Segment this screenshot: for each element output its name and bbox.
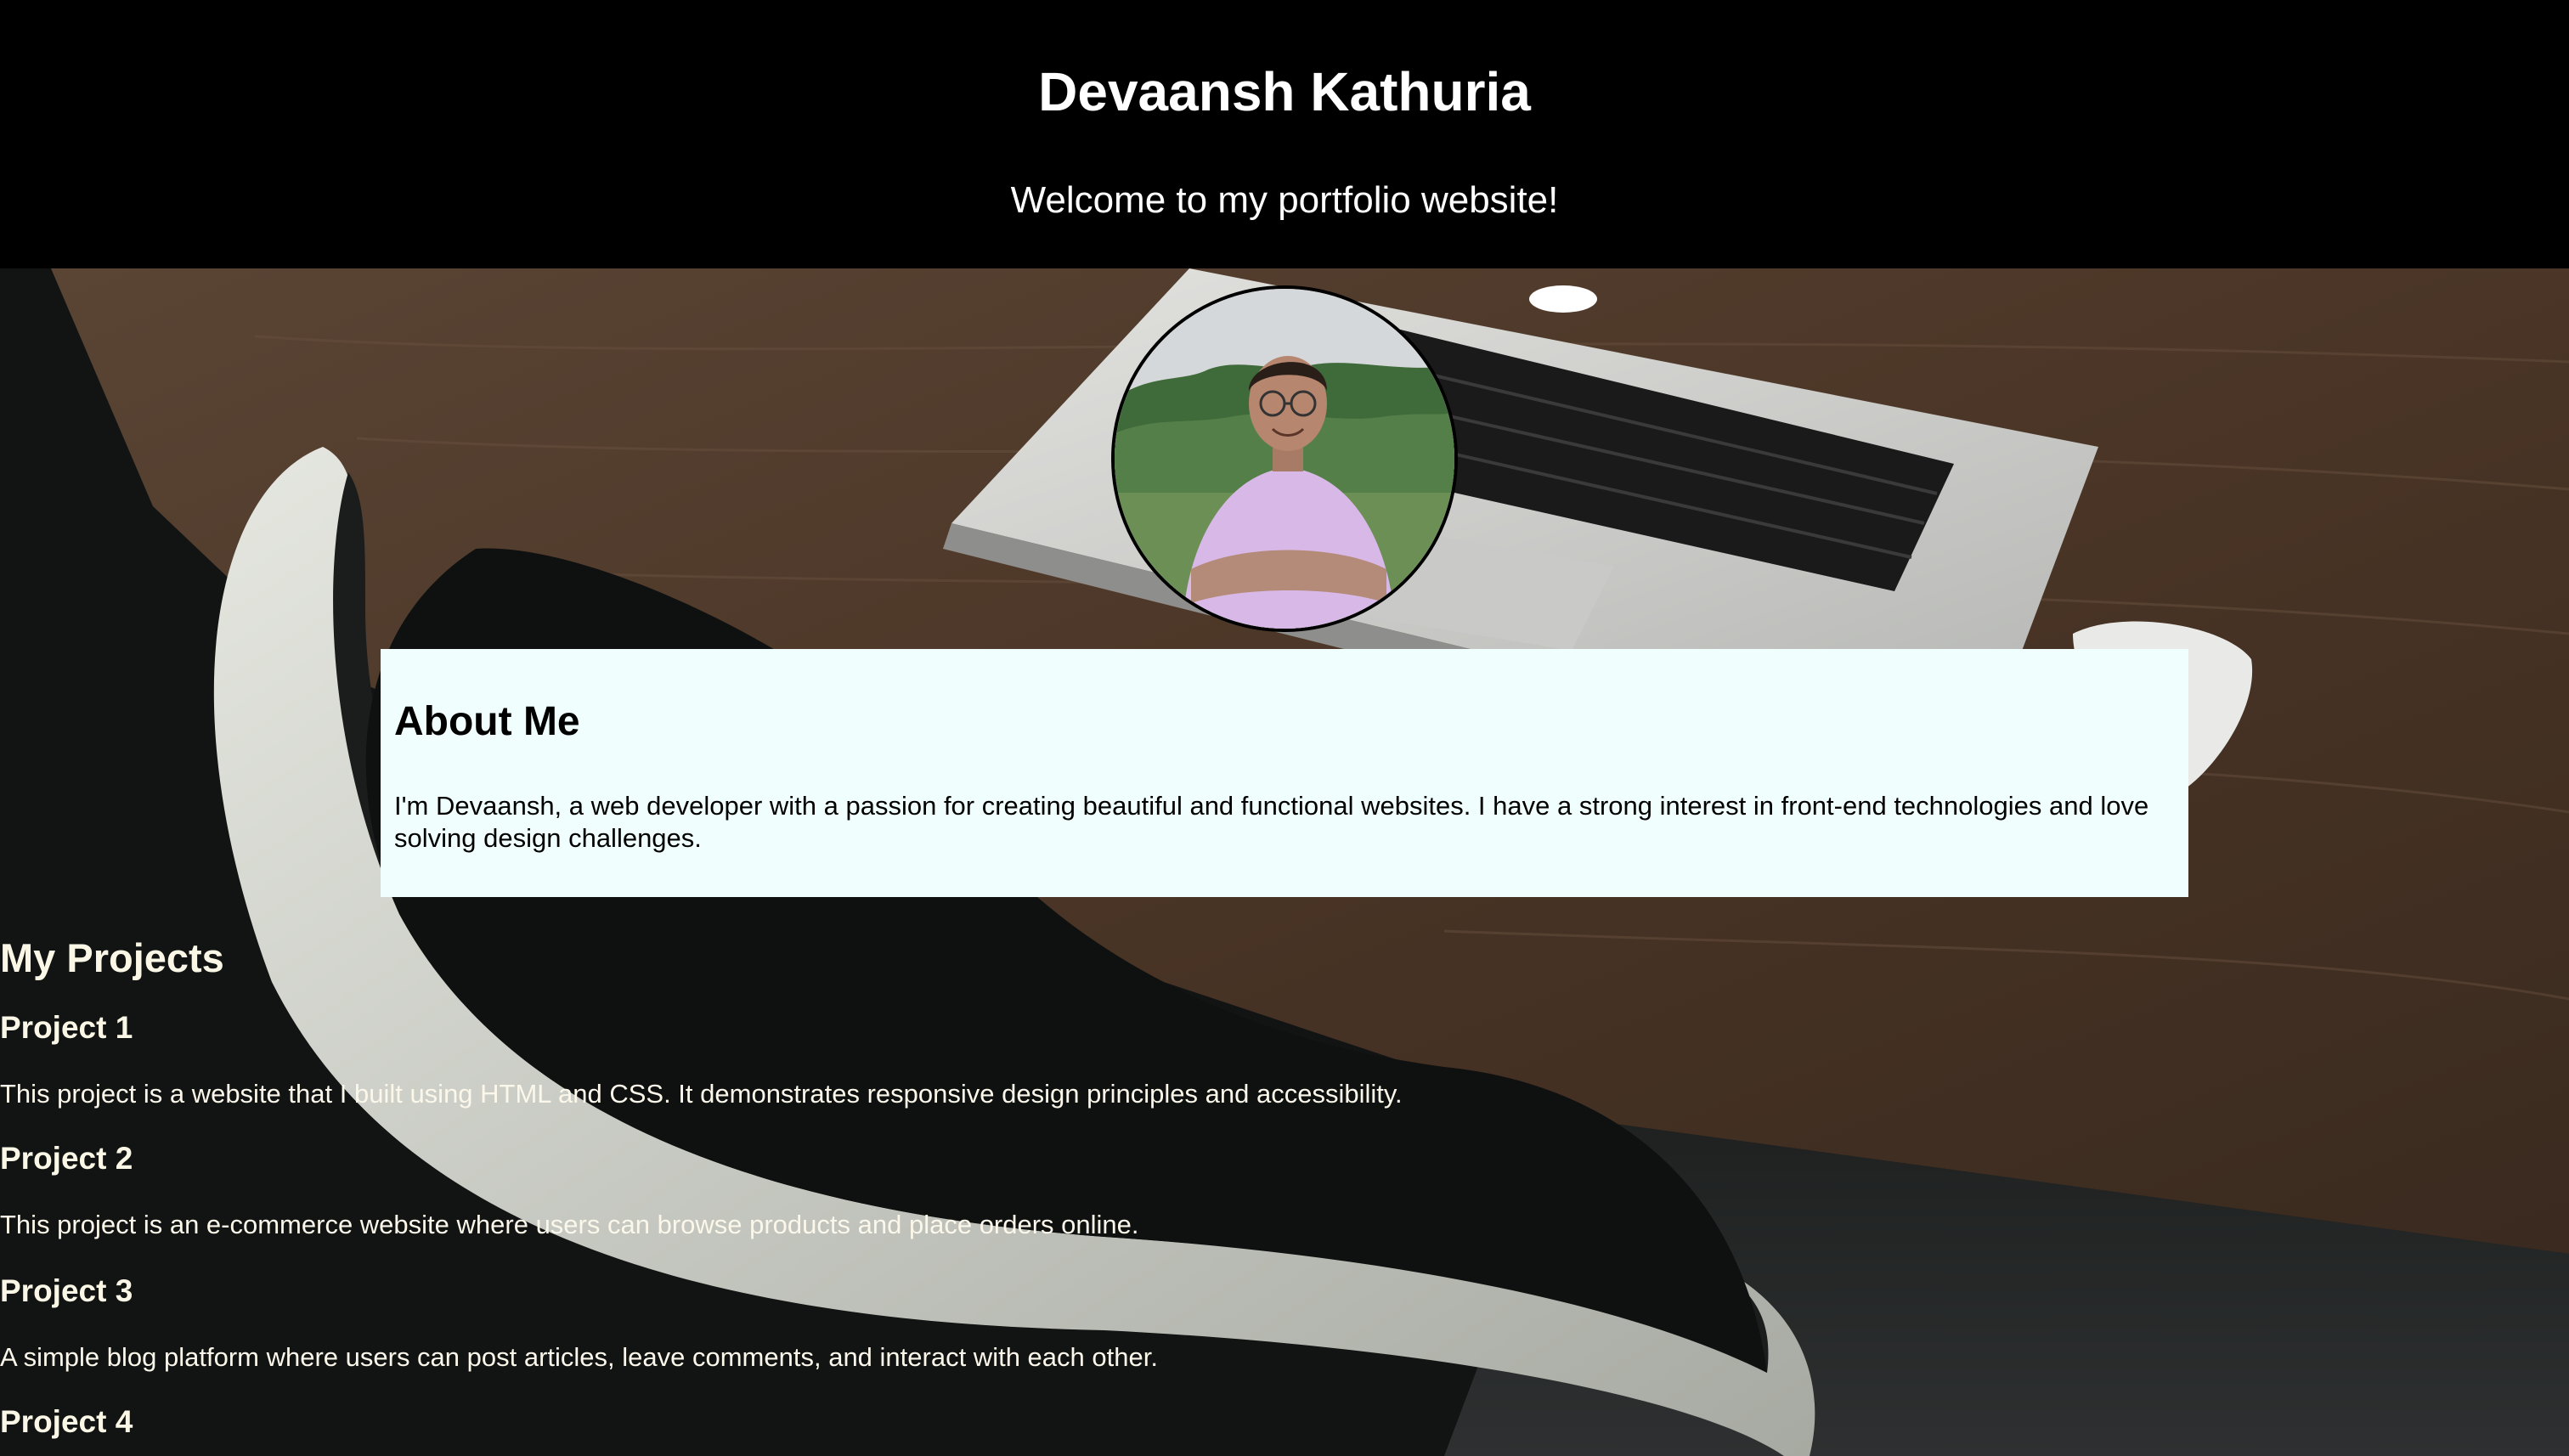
project-description: This project is an e-commerce website wh… <box>0 1210 1139 1239</box>
project-title: Project 2 <box>0 1141 133 1176</box>
about-title: About Me <box>394 699 580 744</box>
projects-title: My Projects <box>0 935 224 980</box>
about-section: About Me I'm Devaansh, a web developer w… <box>381 649 2188 897</box>
site-title: Devaansh Kathuria <box>1038 61 1531 122</box>
profile-photo-illustration <box>1115 289 1454 629</box>
about-text: I'm Devaansh, a web developer with a pas… <box>394 791 2149 853</box>
project-description: A simple blog platform where users can p… <box>0 1342 1158 1372</box>
project-title: Project 3 <box>0 1273 133 1308</box>
project-description: This project is a website that I built u… <box>0 1079 1403 1109</box>
project-title: Project 1 <box>0 1010 133 1045</box>
profile-photo <box>1111 285 1458 632</box>
site-header: Devaansh Kathuria Welcome to my portfoli… <box>0 0 2569 268</box>
project-title: Project 4 <box>0 1404 133 1439</box>
site-tagline: Welcome to my portfolio website! <box>1010 179 1559 221</box>
